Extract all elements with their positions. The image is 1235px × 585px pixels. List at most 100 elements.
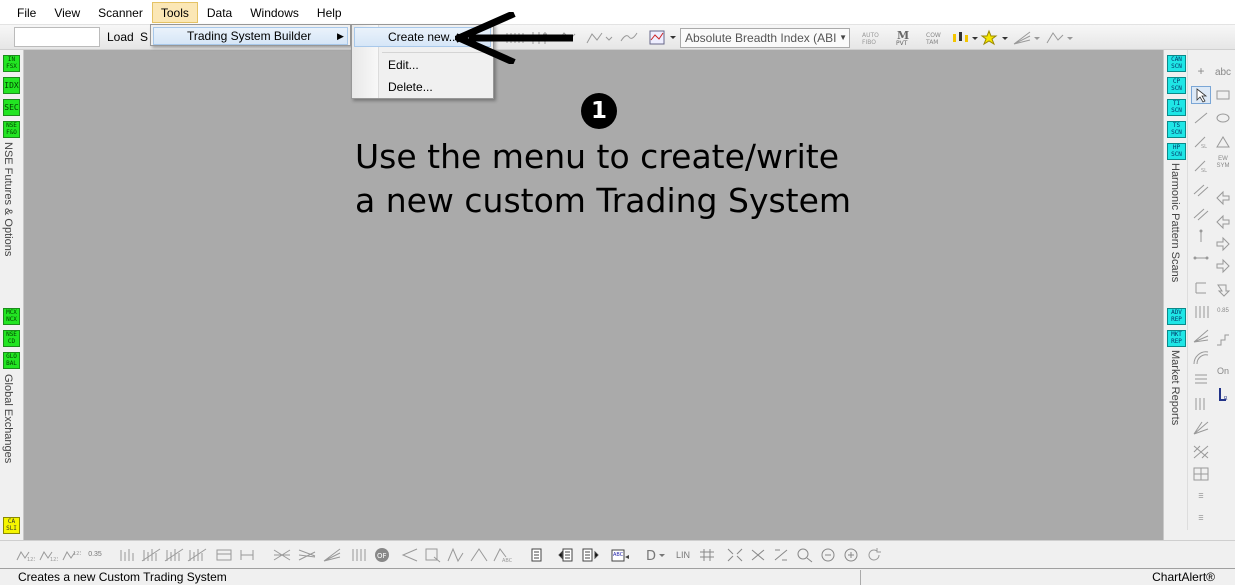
menu-scanner[interactable]: Scanner — [89, 2, 152, 23]
grid-toggle-icon[interactable] — [698, 547, 716, 563]
trend-icon[interactable] — [585, 29, 615, 46]
levels-icon[interactable]: ☰ — [1191, 488, 1211, 506]
menu-windows[interactable]: Windows — [241, 2, 308, 23]
pattern-icon[interactable] — [1045, 29, 1075, 46]
arrow-left-2-icon[interactable] — [1213, 214, 1233, 232]
rail-button-sec[interactable]: SEC — [3, 99, 20, 116]
expand-icon[interactable] — [749, 547, 767, 563]
sl-line-2-icon[interactable]: SL — [1191, 158, 1211, 176]
wave-count-3-icon[interactable]: 123 — [61, 547, 83, 563]
lines-cross-2-icon[interactable] — [297, 547, 319, 563]
fan-lines-icon[interactable] — [1191, 328, 1211, 346]
ruler-icon[interactable]: R — [1213, 386, 1233, 404]
gann-lines-icon[interactable] — [1191, 304, 1211, 322]
retracement-icon[interactable] — [1191, 372, 1211, 390]
channel-icon[interactable] — [1191, 182, 1211, 200]
rail-button-hp-scn[interactable]: HP SCN — [1167, 143, 1186, 160]
table-icon[interactable] — [214, 547, 234, 563]
bracket-icon[interactable] — [1191, 280, 1211, 298]
cow-tam-icon[interactable]: COW TAM — [925, 29, 947, 46]
trading-system-builder-menu-item[interactable]: Trading System Builder ▶ — [153, 27, 348, 45]
trendline-icon[interactable] — [1191, 110, 1211, 128]
rail-button-nse-cd[interactable]: NSE CD — [3, 330, 20, 347]
gann-fan-icon[interactable] — [1191, 420, 1211, 438]
arrow-right-2-icon[interactable] — [1213, 258, 1233, 276]
triangle-icon[interactable] — [1213, 134, 1233, 152]
rail-button-idx[interactable]: IDX — [3, 77, 20, 94]
indicator-select[interactable]: Absolute Breadth Index (ABI ▼ — [680, 28, 850, 48]
arrow-left-icon[interactable] — [1213, 190, 1233, 208]
lines-cross-icon[interactable] — [272, 547, 294, 563]
columns-icon[interactable] — [237, 547, 257, 563]
pivot-icon[interactable]: M PVT — [893, 29, 919, 47]
scan-button[interactable]: S — [140, 28, 148, 47]
ellipse-icon[interactable] — [1213, 110, 1233, 128]
grid-pattern-icon[interactable] — [1191, 444, 1211, 462]
doc-left-icon[interactable] — [557, 547, 577, 563]
sl-line-icon[interactable]: SL — [1191, 134, 1211, 152]
zoom-icon[interactable] — [796, 547, 814, 563]
rectangle-icon[interactable] — [1213, 87, 1233, 105]
bars-chart-3-icon[interactable] — [164, 547, 184, 563]
abc-doc-icon[interactable]: ABC — [609, 547, 631, 563]
fit-icon[interactable] — [772, 547, 790, 563]
auto-fibo-icon[interactable]: AUTO FIBO — [860, 29, 888, 46]
load-button[interactable]: Load — [103, 28, 138, 47]
candles-icon[interactable] — [950, 29, 980, 46]
on-toggle[interactable]: On — [1213, 362, 1233, 380]
ma-icon[interactable] — [620, 29, 638, 46]
doc-right-icon[interactable] — [580, 547, 600, 563]
of-circle-icon[interactable]: OF — [373, 547, 391, 563]
cycle-lines-icon[interactable] — [350, 547, 370, 563]
speed-lines-icon[interactable] — [1191, 396, 1211, 414]
rail-button-cp-scn[interactable]: CP SCN — [1167, 77, 1186, 94]
menu-file[interactable]: File — [8, 2, 45, 23]
rail-button-nse-fo[interactable]: NSE F&O — [3, 121, 20, 138]
pattern-2-icon[interactable] — [446, 547, 466, 563]
arc-icon[interactable] — [1191, 350, 1211, 368]
refresh-icon[interactable] — [865, 547, 883, 563]
indicator-icon[interactable] — [648, 29, 678, 46]
lin-scale-button[interactable]: LIN — [673, 547, 693, 563]
arrow-right-icon[interactable] — [1213, 236, 1233, 254]
wave-count-icon[interactable]: 123 — [15, 547, 37, 563]
arrow-down-icon[interactable] — [1213, 282, 1233, 300]
ew-sym-icon[interactable]: EW SYM — [1213, 156, 1233, 174]
bars-chart-4-icon[interactable] — [187, 547, 207, 563]
angle-icon[interactable] — [400, 547, 420, 563]
symbol-input[interactable] — [14, 27, 100, 47]
zoom-box-icon[interactable] — [423, 547, 443, 563]
pattern-3-icon[interactable] — [469, 547, 489, 563]
text-tool-icon[interactable]: abc — [1213, 64, 1233, 82]
grid-icon[interactable] — [1191, 466, 1211, 484]
horizontal-line-icon[interactable] — [1191, 250, 1211, 268]
menu-tools[interactable]: Tools — [151, 1, 198, 23]
bars-chart-2-icon[interactable] — [141, 547, 161, 563]
collapse-icon[interactable] — [726, 547, 744, 563]
vertical-line-icon[interactable] — [1191, 228, 1211, 246]
star-icon[interactable] — [980, 29, 1010, 46]
levels-2-icon[interactable]: ☰ — [1191, 510, 1211, 528]
step-icon[interactable] — [1213, 332, 1233, 350]
rail-button-can-scn[interactable]: CAN SCN — [1167, 55, 1186, 72]
rail-button-mkt-rep[interactable]: MKT REP — [1167, 330, 1186, 347]
bars-chart-icon[interactable] — [118, 547, 138, 563]
wave-count-2-icon[interactable]: 123 — [38, 547, 60, 563]
zoom-in-icon[interactable] — [842, 547, 860, 563]
fib-numbers-icon[interactable]: 0.35 — [84, 547, 106, 563]
fan-lines-2-icon[interactable] — [322, 547, 342, 563]
doc-question-icon[interactable] — [528, 547, 548, 563]
rail-button-global[interactable]: GLO BAL — [3, 352, 20, 369]
rail-button-infsx[interactable]: IN FSX — [3, 55, 20, 72]
delete-menu-item[interactable]: Delete... — [354, 77, 491, 97]
d-dropdown-icon[interactable]: D — [645, 547, 667, 564]
crosshair-icon[interactable]: + — [1191, 62, 1211, 80]
zoom-out-icon[interactable] — [819, 547, 837, 563]
menu-view[interactable]: View — [45, 2, 89, 23]
channel-2-icon[interactable] — [1191, 206, 1211, 224]
menu-help[interactable]: Help — [308, 2, 351, 23]
rail-button-adv-rep[interactable]: ADV REP — [1167, 308, 1186, 325]
pointer-icon[interactable] — [1191, 86, 1211, 104]
menu-data[interactable]: Data — [198, 2, 241, 23]
rail-button-mcx[interactable]: MCX NCX — [3, 308, 20, 325]
